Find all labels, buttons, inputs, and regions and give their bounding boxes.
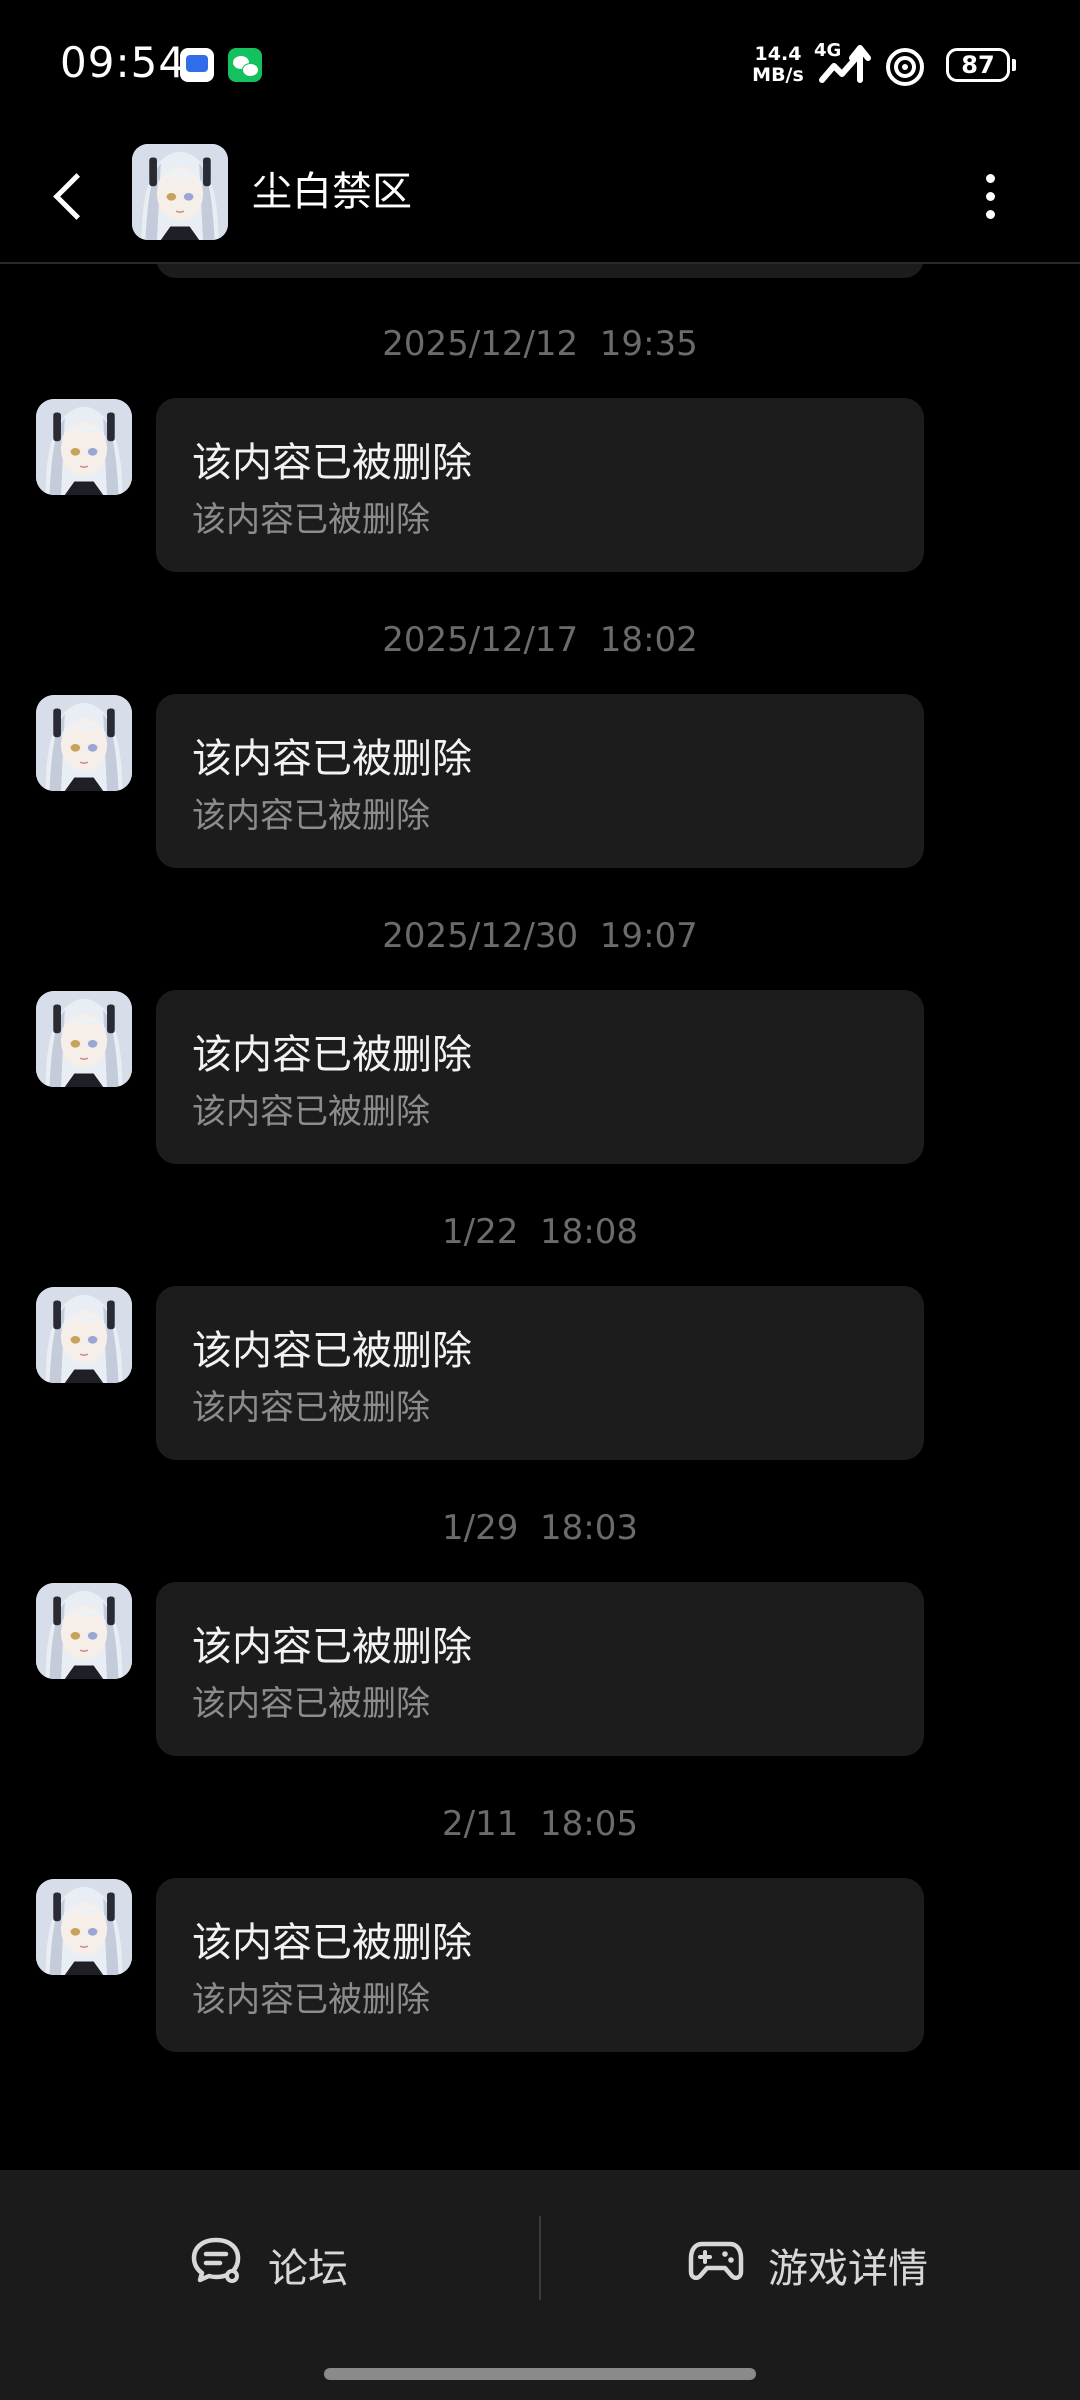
message-item: 2025/12/30 19:07 该内容已被删除 该内容已被删除 (0, 856, 1080, 1164)
message-bubble[interactable]: 该内容已被删除 该内容已被删除 (156, 1286, 924, 1460)
message-timestamp: 2025/12/12 19:35 (382, 324, 698, 364)
message-bubble[interactable]: 该内容已被删除 该内容已被删除 (156, 990, 924, 1164)
more-vertical-icon-dot (986, 210, 995, 219)
message-text: 该内容已被删除 (192, 1388, 430, 1428)
avatar-image (36, 1879, 132, 1975)
messages-app-icon (180, 48, 214, 82)
message-bubble[interactable]: 该内容已被删除 该内容已被删除 (156, 398, 924, 572)
game-details-label: 游戏详情 (768, 2246, 928, 2292)
message-item: 2025/12/17 18:02 该内容已被删除 该内容已被删除 (0, 560, 1080, 868)
network-speed: 14.4 MB/s (750, 44, 806, 86)
message-item: 2025/12/12 19:35 该内容已被删除 该内容已被删除 (0, 264, 1080, 572)
message-bubble[interactable]: 该内容已被删除 该内容已被删除 (156, 694, 924, 868)
sender-avatar[interactable] (36, 991, 132, 1087)
avatar-image (132, 144, 228, 240)
avatar-image (36, 1583, 132, 1679)
message-title: 该内容已被删除 (192, 1920, 472, 1966)
message-title: 该内容已被删除 (192, 1328, 472, 1374)
more-options-button[interactable] (964, 164, 1016, 228)
sender-avatar[interactable] (36, 399, 132, 495)
message-text: 该内容已被删除 (192, 1092, 430, 1132)
bottom-action-bar: 论坛 游戏详情 (0, 2170, 1080, 2400)
status-bar: 09:54 14.4 MB/s 4G 87 (0, 0, 1080, 130)
avatar-image (36, 1287, 132, 1383)
wechat-icon (228, 48, 262, 82)
message-title: 该内容已被删除 (192, 440, 472, 486)
message-item: 1/29 18:03 该内容已被删除 该内容已被删除 (0, 1448, 1080, 1756)
avatar-image (36, 695, 132, 791)
hotspot-icon (886, 48, 924, 86)
avatar[interactable] (132, 144, 228, 240)
message-item: 2/11 18:05 该内容已被删除 该内容已被删除 (0, 1744, 1080, 2052)
status-time: 09:54 (60, 38, 187, 87)
page-title: 尘白禁区 (252, 169, 412, 215)
back-button[interactable] (40, 160, 100, 230)
message-title: 该内容已被删除 (192, 736, 472, 782)
more-vertical-icon (986, 174, 995, 183)
message-timestamp: 2/11 18:05 (442, 1804, 638, 1844)
sender-avatar[interactable] (36, 695, 132, 791)
message-text: 该内容已被删除 (192, 1684, 430, 1724)
message-list[interactable]: 2025/12/12 19:35 该内容已被删除 该内容已被删除 2025/12… (0, 264, 1080, 2170)
message-timestamp: 2025/12/17 18:02 (382, 620, 698, 660)
battery-icon: 87 (946, 48, 1016, 82)
forum-button[interactable]: 论坛 (188, 2210, 388, 2310)
message-bubble[interactable]: 该内容已被删除 该内容已被删除 (156, 1582, 924, 1756)
message-title: 该内容已被删除 (192, 1032, 472, 1078)
sender-avatar[interactable] (36, 1583, 132, 1679)
game-details-button[interactable]: 游戏详情 (688, 2210, 948, 2310)
message-timestamp: 2025/12/30 19:07 (382, 916, 698, 956)
forum-label: 论坛 (268, 2246, 348, 2292)
avatar-image (36, 991, 132, 1087)
signal-icon (819, 45, 871, 83)
message-title: 该内容已被删除 (192, 1624, 472, 1670)
message-bubble[interactable]: 该内容已被删除 该内容已被删除 (156, 1878, 924, 2052)
gamepad-icon (688, 2241, 744, 2281)
sender-avatar[interactable] (36, 1879, 132, 1975)
more-vertical-icon-dot (986, 192, 995, 201)
network-speed-unit: MB/s (752, 64, 804, 86)
network-speed-value: 14.4 (754, 43, 802, 65)
message-timestamp: 1/22 18:08 (442, 1212, 638, 1252)
bottom-divider (539, 2216, 541, 2300)
sender-avatar[interactable] (36, 1287, 132, 1383)
home-indicator[interactable] (324, 2368, 756, 2380)
message-text: 该内容已被删除 (192, 1980, 430, 2020)
message-text: 该内容已被删除 (192, 796, 430, 836)
forum-icon (191, 2237, 241, 2283)
message-timestamp: 1/29 18:03 (442, 1508, 638, 1548)
message-item: 1/22 18:08 该内容已被删除 该内容已被删除 (0, 1152, 1080, 1460)
avatar-image (36, 399, 132, 495)
message-text: 该内容已被删除 (192, 500, 430, 540)
chat-header: 尘白禁区 (0, 130, 1080, 264)
